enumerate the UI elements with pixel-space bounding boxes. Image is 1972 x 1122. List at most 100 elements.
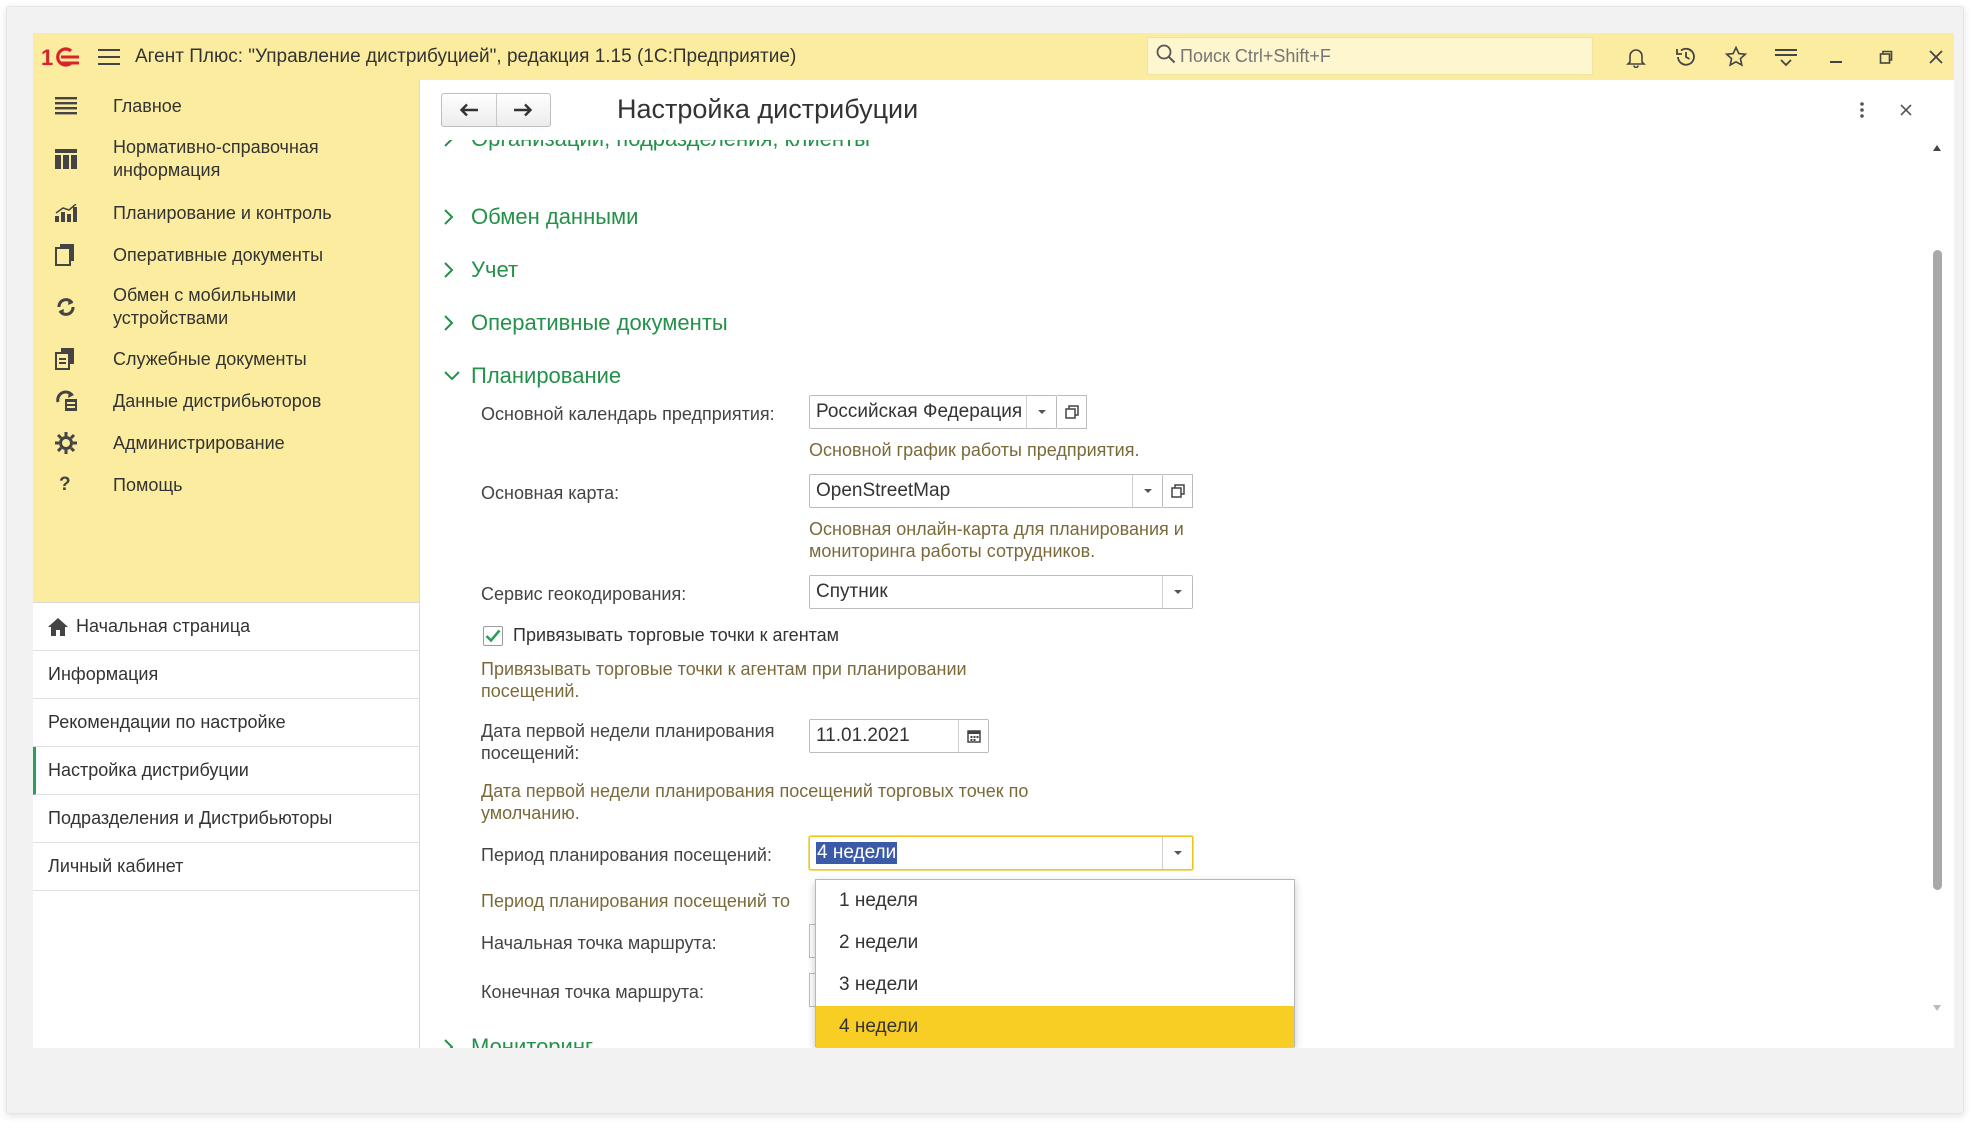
nav-item-label: Личный кабинет	[48, 856, 184, 876]
section-service-docs[interactable]: Служебные документы	[33, 338, 419, 380]
section-planning[interactable]: Планирование и контроль	[33, 192, 419, 234]
title-bar: 1 Агент Плюс: "Управление дистрибуцией",…	[33, 33, 1954, 80]
bar-chart-icon	[55, 198, 91, 228]
section-mobile-exchange[interactable]: Обмен с мобильными устройствами	[33, 276, 419, 338]
geocoding-value[interactable]: Спутник	[810, 576, 1162, 608]
open-form-icon	[1170, 484, 1185, 498]
group-title: Планирование	[471, 363, 622, 388]
route-start-label: Начальная точка маршрута:	[481, 933, 717, 953]
close-form-icon[interactable]	[1891, 95, 1921, 125]
group-title: Оперативные документы	[471, 310, 728, 335]
map-value[interactable]: OpenStreetMap	[810, 475, 1132, 507]
bind-outlets-checkbox-row[interactable]: Привязывать торговые точки к агентам	[483, 625, 839, 646]
first-week-hint-line2: умолчанию.	[481, 803, 580, 823]
group-data-exchange[interactable]: Обмен данными	[443, 204, 638, 230]
star-icon[interactable]	[1711, 33, 1761, 80]
period-value[interactable]: 4 недели	[816, 842, 898, 864]
calendar-open-button[interactable]	[1057, 395, 1087, 429]
navigation-list: Начальная страница Информация Рекомендац…	[33, 602, 419, 891]
geocoding-field[interactable]: Спутник	[809, 575, 1193, 609]
dropdown-option[interactable]: 2 недели	[816, 922, 1294, 964]
calendar-field[interactable]: Российская Федерация	[809, 395, 1057, 429]
nav-item-divisions[interactable]: Подразделения и Дистрибьюторы	[33, 795, 419, 843]
calendar-dropdown-button[interactable]	[1026, 396, 1056, 428]
calendar-icon	[966, 730, 981, 743]
group-planning[interactable]: Планирование	[443, 363, 621, 389]
group-accounting[interactable]: Учет	[443, 257, 518, 283]
history-icon[interactable]	[1661, 33, 1711, 80]
route-end-label: Конечная точка маршрута:	[481, 982, 704, 1002]
section-help[interactable]: ? Помощь	[33, 464, 419, 506]
forward-button[interactable]	[495, 94, 550, 126]
search-icon	[1156, 44, 1176, 69]
checkmark-icon	[485, 629, 501, 642]
svg-text:1: 1	[41, 45, 53, 69]
back-button[interactable]	[442, 94, 496, 126]
group-title: Мониторинг	[471, 1034, 594, 1048]
more-actions-icon[interactable]	[1847, 95, 1877, 125]
scrollbar-thumb[interactable]	[1933, 250, 1942, 890]
section-distributor-data[interactable]: Данные дистрибьюторов	[33, 380, 419, 422]
group-op-docs[interactable]: Оперативные документы	[443, 310, 728, 336]
calendar-hint: Основной график работы предприятия.	[809, 440, 1140, 460]
nav-item-distribution-settings[interactable]: Настройка дистрибуции	[33, 747, 419, 795]
section-op-docs[interactable]: Оперативные документы	[33, 234, 419, 276]
bell-icon[interactable]	[1611, 33, 1661, 80]
menu-lines-icon	[55, 91, 91, 121]
table-grid-icon	[55, 144, 91, 174]
calendar-picker-button[interactable]	[958, 720, 988, 752]
first-week-date-value[interactable]: 11.01.2021	[810, 720, 958, 752]
sections-panel: Главное Нормативно-справочная информация…	[33, 80, 419, 602]
calendar-value[interactable]: Российская Федерация	[810, 396, 1026, 428]
geocoding-label: Сервис геокодирования:	[481, 584, 687, 604]
map-field[interactable]: OpenStreetMap	[809, 474, 1163, 508]
scroll-down-icon[interactable]	[1931, 1002, 1943, 1014]
group-monitoring[interactable]: Мониторинг	[443, 1034, 593, 1048]
period-value-container[interactable]: 4 недели	[810, 837, 1162, 869]
nav-item-information[interactable]: Информация	[33, 651, 419, 699]
bind-outlets-checkbox[interactable]	[483, 625, 503, 646]
group-title: Обмен данными	[471, 204, 639, 229]
nav-item-home[interactable]: Начальная страница	[33, 603, 419, 651]
vertical-scrollbar[interactable]	[1925, 140, 1949, 1025]
sync-icon	[55, 292, 91, 322]
section-label: Нормативно-справочная информация	[113, 137, 319, 180]
dropdown-arrow-icon	[1173, 590, 1182, 594]
search-input[interactable]	[1180, 45, 1580, 67]
arrow-right-icon	[514, 103, 533, 117]
scroll-up-icon[interactable]	[1931, 142, 1943, 154]
geocoding-dropdown-button[interactable]	[1162, 576, 1192, 608]
section-reference-info[interactable]: Нормативно-справочная информация	[33, 128, 419, 190]
section-label: Планирование и контроль	[113, 202, 332, 223]
section-administration[interactable]: Администрирование	[33, 422, 419, 464]
dropdown-option-selected[interactable]: 4 недели	[816, 1006, 1294, 1048]
gear-icon	[55, 428, 91, 458]
map-dropdown-button[interactable]	[1132, 475, 1162, 507]
dropdown-option[interactable]: 3 недели	[816, 964, 1294, 1006]
app-window: 1 Агент Плюс: "Управление дистрибуцией",…	[33, 33, 1954, 1048]
distributor-data-icon	[55, 386, 91, 416]
settings-menu-icon[interactable]	[1761, 33, 1811, 80]
period-dropdown-button[interactable]	[1162, 837, 1192, 869]
period-field[interactable]: 4 недели	[809, 836, 1193, 870]
bind-outlets-label: Привязывать торговые точки к агентам	[513, 625, 840, 645]
map-open-button[interactable]	[1163, 474, 1193, 508]
close-window-icon[interactable]	[1911, 33, 1954, 80]
nav-item-label: Рекомендации по настройке	[48, 712, 286, 732]
first-week-hint-line1: Дата первой недели планирования посещени…	[481, 781, 1029, 801]
search-box[interactable]	[1147, 37, 1593, 75]
dropdown-option[interactable]: 1 неделя	[816, 880, 1294, 922]
period-hint: Период планирования посещений то	[481, 891, 791, 911]
chevron-right-icon	[443, 314, 461, 332]
1c-logo-icon: 1	[33, 33, 89, 80]
nav-item-recommendations[interactable]: Рекомендации по настройке	[33, 699, 419, 747]
minimize-icon[interactable]	[1811, 33, 1861, 80]
restore-icon[interactable]	[1861, 33, 1911, 80]
dropdown-arrow-icon	[1143, 489, 1152, 493]
group-title: Учет	[471, 257, 519, 282]
section-label: Данные дистрибьюторов	[113, 390, 322, 411]
main-menu-icon[interactable]	[89, 33, 129, 80]
first-week-date-field[interactable]: 11.01.2021	[809, 719, 989, 753]
section-main[interactable]: Главное	[33, 86, 419, 126]
nav-item-personal-account[interactable]: Личный кабинет	[33, 843, 419, 891]
